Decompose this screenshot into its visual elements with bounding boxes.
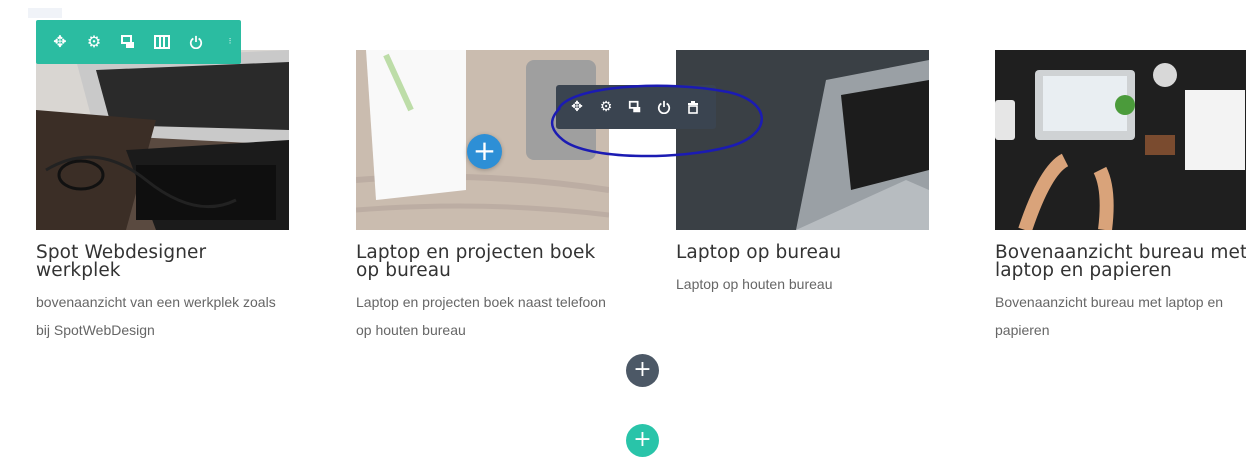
card-description: bovenaanzicht van een werkplek zoals bij…	[36, 294, 276, 338]
duplicate-icon[interactable]	[120, 34, 136, 50]
laptop-glasses-image	[36, 50, 289, 230]
row-settings-toolbar: ✥ ⚙ ⁝	[36, 20, 241, 64]
card-image-laptop-glasses[interactable]	[36, 50, 289, 230]
add-row-button[interactable]: +	[626, 354, 659, 387]
card-image-laptop-dark[interactable]	[676, 50, 929, 230]
card-title: Spot Webdesigner werkplek	[36, 242, 207, 281]
power-icon[interactable]	[657, 100, 671, 114]
card-description: Bovenaanzicht bureau met laptop en papie…	[995, 294, 1224, 338]
card-title: Laptop op bureau	[676, 242, 842, 263]
more-icon[interactable]: ⁝	[222, 34, 238, 50]
columns-icon[interactable]	[154, 34, 170, 50]
delete-icon[interactable]	[686, 100, 700, 114]
gallery-card: Bovenaanzicht bureau met laptop en papie…	[995, 50, 1246, 344]
settings-icon[interactable]: ⚙	[599, 99, 613, 115]
add-section-button[interactable]: +	[626, 424, 659, 457]
card-title: Laptop en projecten boek op bureau	[356, 242, 596, 281]
card-title: Bovenaanzicht bureau met laptop en papie…	[995, 242, 1246, 281]
move-icon[interactable]: ✥	[570, 99, 584, 115]
gallery-card: Spot Webdesigner werkplek bovenaanzicht …	[36, 50, 289, 344]
add-module-button[interactable]: +	[467, 134, 502, 169]
duplicate-icon[interactable]	[628, 100, 642, 114]
desk-topview-image	[995, 50, 1246, 230]
module-settings-toolbar: ✥ ⚙	[556, 85, 716, 129]
power-icon[interactable]	[188, 34, 204, 50]
move-icon[interactable]: ✥	[52, 34, 68, 50]
settings-icon[interactable]: ⚙	[86, 34, 102, 50]
card-description: Laptop en projecten boek naast telefoon …	[356, 294, 606, 338]
card-description: Laptop op houten bureau	[676, 276, 833, 292]
laptop-dark-desk-image	[676, 50, 929, 230]
top-tab-hint	[28, 8, 62, 18]
card-image-desk-topview[interactable]	[995, 50, 1246, 230]
